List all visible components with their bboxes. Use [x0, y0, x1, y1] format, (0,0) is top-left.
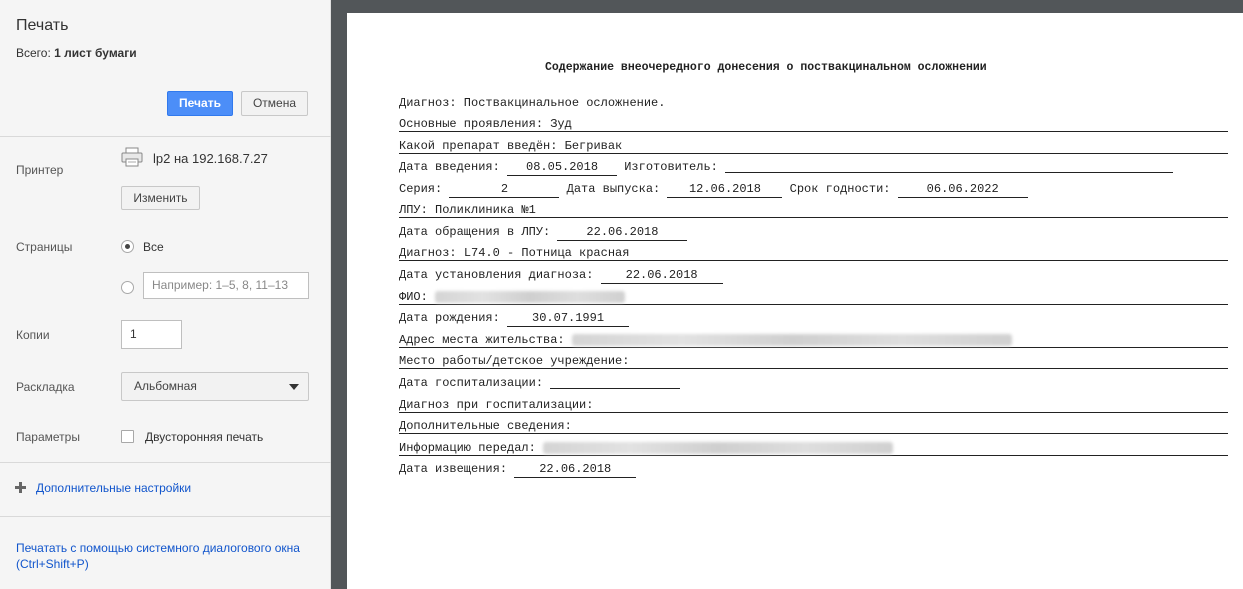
printer-label: Принтер: [16, 163, 64, 177]
print-button[interactable]: Печать: [167, 91, 233, 116]
doc-line: Дополнительные сведения:: [399, 419, 1228, 434]
layout-select[interactable]: Альбомная: [121, 372, 309, 401]
divider: [0, 516, 331, 517]
pages-all-radio[interactable]: [121, 240, 134, 253]
field-label: Адрес места жительства:: [399, 333, 565, 347]
doc-line: Дата госпитализации:: [399, 376, 1228, 391]
field-label: Изготовитель:: [624, 160, 718, 174]
change-printer-button[interactable]: Изменить: [121, 186, 200, 210]
field-value: 12.06.2018: [667, 182, 783, 198]
doc-line: Место работы/детское учреждение:: [399, 354, 1228, 369]
doc-line: Дата установления диагноза: 22.06.2018: [399, 268, 1228, 284]
options-label: Параметры: [16, 430, 80, 444]
field-label: Дата госпитализации:: [399, 376, 544, 390]
field-label: ЛПУ:: [399, 203, 428, 217]
doc-line: Диагноз: L74.0 - Потница красная: [399, 246, 1228, 261]
doc-line: Дата введения: 08.05.2018 Изготовитель:: [399, 160, 1228, 176]
doc-line: ЛПУ: Поликлиника №1: [399, 203, 1228, 218]
sheet-count: Всего: 1 лист бумаги: [16, 46, 137, 60]
field-label: Основные проявления:: [399, 117, 544, 131]
doc-line: Диагноз: Поствакцинальное осложнение.: [399, 96, 1228, 111]
copies-input[interactable]: 1: [121, 320, 182, 349]
field-value: 22.06.2018: [600, 268, 723, 284]
print-header: Печать Всего: 1 лист бумаги Печать Отмен…: [0, 0, 331, 137]
field-value: L74.0 - Потница красная: [463, 246, 630, 260]
field-label: Дата введения:: [399, 160, 500, 174]
field-label: Серия:: [399, 182, 443, 196]
total-label: Всего:: [16, 46, 51, 60]
field-value: 06.06.2022: [897, 182, 1028, 198]
redacted-name: [435, 290, 626, 303]
field-label: Информацию передал:: [399, 441, 536, 455]
divider: [0, 462, 331, 463]
field-label: Дополнительные сведения:: [399, 419, 572, 433]
field-label: Срок годности:: [789, 182, 891, 196]
doc-line: Основные проявления: Зуд: [399, 117, 1228, 132]
doc-line: Дата обращения в ЛПУ: 22.06.2018: [399, 225, 1228, 241]
field-value: 2: [449, 182, 560, 198]
field-value: Поликлиника №1: [435, 203, 536, 217]
field-value: 22.06.2018: [514, 462, 637, 478]
field-label: Дата установления диагноза:: [399, 268, 594, 282]
duplex-label: Двусторонняя печать: [145, 430, 264, 444]
doc-line: Какой препарат введён: Бегривак: [399, 139, 1228, 154]
print-title: Печать: [16, 17, 69, 34]
cancel-button[interactable]: Отмена: [241, 91, 308, 116]
pages-custom-radio[interactable]: [121, 281, 134, 294]
pages-all-label: Все: [143, 240, 164, 254]
redacted-address: [571, 333, 1012, 346]
doc-line: Серия: 2 Дата выпуска: 12.06.2018 Срок г…: [399, 182, 1228, 198]
doc-line: Адрес места жительства:: [399, 333, 1228, 348]
field-value: 22.06.2018: [557, 225, 688, 241]
layout-value: Альбомная: [134, 379, 197, 393]
copies-label: Копии: [16, 328, 50, 342]
system-dialog-link[interactable]: Печатать с помощью системного диалоговог…: [16, 540, 311, 572]
field-value: Бегривак: [564, 139, 623, 153]
field-value: Зуд: [550, 117, 572, 131]
field-label: Дата выпуска:: [566, 182, 661, 196]
chevron-down-icon: [289, 384, 299, 390]
pages-range-input[interactable]: Например: 1–5, 8, 11–13: [143, 272, 309, 299]
doc-line: Дата рождения: 30.07.1991: [399, 311, 1228, 327]
layout-label: Раскладка: [16, 380, 75, 394]
field-value: 08.05.2018: [507, 160, 618, 176]
field-label: ФИО:: [399, 290, 428, 304]
duplex-checkbox[interactable]: [121, 430, 134, 443]
field-value: 30.07.1991: [507, 311, 630, 327]
plus-icon: [15, 482, 26, 493]
field-label: Дата извещения:: [399, 462, 508, 476]
total-value: 1 лист бумаги: [54, 46, 137, 60]
field-label: Дата обращения в ЛПУ:: [399, 225, 551, 239]
redacted-informant: [543, 441, 894, 454]
field-label: Дата рождения:: [399, 311, 500, 325]
doc-line: Информацию передал:: [399, 441, 1228, 456]
field-blank: [550, 376, 681, 389]
field-label: Какой препарат введён:: [399, 139, 558, 153]
pages-label: Страницы: [16, 240, 73, 254]
document-title: Содержание внеочередного донесения о пос…: [545, 61, 987, 74]
field-label: Диагноз при госпитализации:: [399, 398, 594, 412]
more-settings-link[interactable]: Дополнительные настройки: [36, 481, 191, 495]
print-settings-panel: Печать Всего: 1 лист бумаги Печать Отмен…: [0, 0, 331, 589]
field-label: Место работы/детское учреждение:: [399, 354, 630, 368]
field-blank: [725, 160, 1174, 173]
printer-name: lp2 на 192.168.7.27: [153, 151, 268, 166]
diagnosis-line: Диагноз: Поствакцинальное осложнение.: [399, 96, 666, 110]
doc-line: Диагноз при госпитализации:: [399, 398, 1228, 413]
field-label: Диагноз:: [399, 246, 457, 260]
doc-line: ФИО:: [399, 290, 1228, 305]
printer-icon: [121, 147, 143, 167]
doc-line: Дата извещения: 22.06.2018: [399, 462, 1228, 478]
